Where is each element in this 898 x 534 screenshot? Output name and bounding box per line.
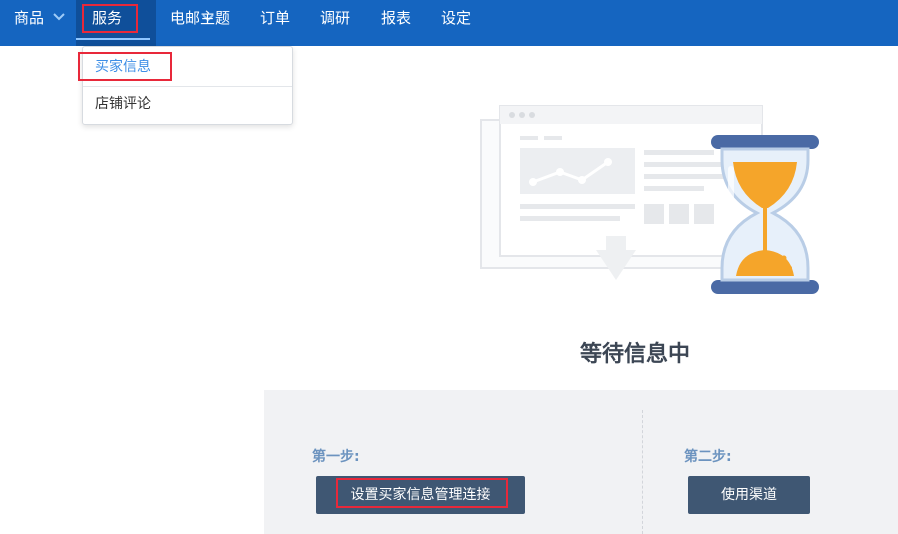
step1-label: 第一步: xyxy=(312,449,360,465)
dropdown-item-label: 店铺评论 xyxy=(95,96,151,112)
nav-item-email-theme[interactable]: 电邮主题 xyxy=(170,0,230,46)
chevron-down-icon xyxy=(53,13,65,21)
nav-item-label: 设定 xyxy=(441,9,472,27)
nav-item-goods[interactable]: 商品 xyxy=(14,0,65,46)
nav-item-label: 电邮主题 xyxy=(170,9,231,27)
dropdown-item-store-reviews[interactable]: 店铺评论 xyxy=(83,85,292,123)
nav-item-label: 订单 xyxy=(260,9,291,27)
nav-item-settings[interactable]: 设定 xyxy=(441,0,471,46)
nav-item-survey[interactable]: 调研 xyxy=(320,0,350,46)
steps-divider xyxy=(642,410,643,534)
use-channel-button[interactable]: 使用渠道 xyxy=(688,476,810,514)
highlight-box xyxy=(82,4,138,33)
nav-item-label: 调研 xyxy=(320,9,351,27)
highlight-box xyxy=(336,478,508,508)
nav-item-orders[interactable]: 订单 xyxy=(260,0,290,46)
steps-panel: 第一步: 设置买家信息管理连接 第二步: 使用渠道 xyxy=(264,390,898,534)
waiting-illustration xyxy=(480,105,819,294)
app-root: 商品 服务 电邮主题 订单 调研 报表 设定 买家信息 店铺评论 等待信息中 第… xyxy=(0,0,898,534)
step2-label: 第二步: xyxy=(684,449,732,465)
nav-item-label: 报表 xyxy=(381,9,412,27)
active-tab-indicator xyxy=(76,38,150,40)
document-graphic xyxy=(480,105,763,280)
nav-item-label: 商品 xyxy=(14,9,45,27)
top-nav: 商品 服务 电邮主题 订单 调研 报表 设定 xyxy=(0,0,898,46)
highlight-box xyxy=(78,52,172,81)
nav-item-reports[interactable]: 报表 xyxy=(381,0,411,46)
waiting-title: 等待信息中 xyxy=(580,342,691,367)
